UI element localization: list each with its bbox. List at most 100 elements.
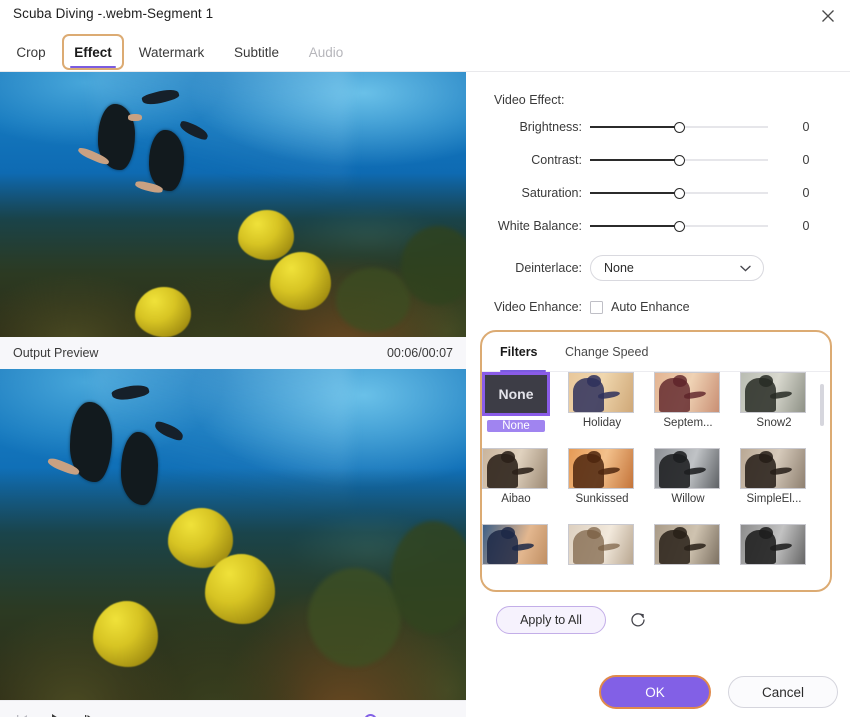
transport-controls: [0, 700, 466, 717]
tab-audio-label: Audio: [308, 44, 344, 60]
cancel-button[interactable]: Cancel: [728, 676, 838, 708]
tab-change-speed-label: Change Speed: [565, 345, 649, 359]
filter-item[interactable]: None None: [482, 372, 550, 432]
tab-crop-label: Crop: [16, 44, 46, 60]
saturation-thumb[interactable]: [673, 187, 685, 199]
title-bar: Scuba Diving -.webm-Segment 1: [0, 0, 850, 32]
apply-row: Apply to All: [496, 606, 650, 634]
next-frame-icon[interactable]: [78, 708, 104, 717]
filter-item[interactable]: Sunkissed: [568, 448, 636, 505]
tab-filters[interactable]: Filters: [500, 332, 546, 372]
contrast-thumb[interactable]: [673, 154, 685, 166]
white-balance-value: 0: [802, 219, 810, 233]
filter-thumbnail: [482, 448, 548, 489]
tab-watermark[interactable]: Watermark: [134, 32, 209, 72]
tab-crop[interactable]: Crop: [14, 32, 48, 72]
tab-filters-label: Filters: [500, 345, 538, 359]
filter-thumbnail: [568, 524, 634, 565]
filter-label: Willow: [671, 493, 705, 505]
contrast-value: 0: [802, 153, 810, 167]
contrast-slider[interactable]: [590, 153, 768, 167]
close-icon[interactable]: [814, 4, 842, 28]
tab-change-speed[interactable]: Change Speed: [565, 332, 653, 372]
deinterlace-select[interactable]: None: [590, 255, 764, 281]
tab-audio: Audio: [305, 32, 347, 72]
filter-thumbnail: [568, 448, 634, 489]
brightness-value: 0: [802, 120, 810, 134]
effect-settings-panel: Video Effect: Brightness: 0 Contrast: 0 …: [466, 72, 850, 717]
filter-item[interactable]: Septem...: [654, 372, 722, 429]
preview-column: Output Preview 00:06/00:07: [0, 72, 466, 717]
filters-grid: None None Holiday Septem... Snow2 Aibao Sunkis…: [482, 372, 830, 590]
ok-button[interactable]: OK: [599, 675, 711, 709]
tab-effect[interactable]: Effect: [68, 32, 118, 72]
white-balance-row: White Balance: 0: [466, 215, 850, 237]
filter-item[interactable]: [654, 524, 722, 565]
filter-label: Sunkissed: [575, 493, 629, 505]
white-balance-slider[interactable]: [590, 219, 768, 233]
filter-thumbnail: [482, 524, 548, 565]
window-title: Scuba Diving -.webm-Segment 1: [13, 6, 214, 21]
ok-label: OK: [645, 684, 665, 700]
source-video-preview: [0, 72, 466, 337]
saturation-row: Saturation: 0: [466, 182, 850, 204]
brightness-label: Brightness:: [519, 120, 582, 134]
video-enhance-label: Video Enhance:: [493, 300, 582, 314]
output-video-preview: [0, 369, 466, 700]
video-enhance-row: Video Enhance: Auto Enhance: [466, 296, 850, 318]
deinterlace-value: None: [604, 261, 634, 275]
white-balance-thumb[interactable]: [673, 220, 685, 232]
apply-to-all-button[interactable]: Apply to All: [496, 606, 606, 634]
brightness-fill: [590, 126, 679, 128]
auto-enhance-label: Auto Enhance: [611, 300, 690, 314]
tab-effect-label: Effect: [74, 44, 112, 60]
saturation-label: Saturation:: [521, 186, 582, 200]
filter-item[interactable]: [568, 524, 636, 565]
deinterlace-row: Deinterlace: None: [466, 254, 850, 282]
filter-item[interactable]: Willow: [654, 448, 722, 505]
filter-label: SimpleEl...: [746, 493, 802, 505]
reset-icon[interactable]: [626, 608, 650, 632]
brightness-slider[interactable]: [590, 120, 768, 134]
filters-scrollbar[interactable]: [820, 384, 824, 426]
filter-thumbnail: [654, 524, 720, 565]
filter-label: Snow2: [756, 417, 792, 429]
brightness-thumb[interactable]: [673, 121, 685, 133]
filter-thumbnail: [740, 448, 806, 489]
filter-thumbnail: [654, 372, 720, 413]
auto-enhance-checkbox-wrap[interactable]: Auto Enhance: [590, 300, 690, 314]
filter-item[interactable]: Snow2: [740, 372, 808, 429]
tab-bar: Crop Effect Watermark Subtitle Audio: [0, 32, 850, 72]
filter-thumbnail: [654, 448, 720, 489]
saturation-slider[interactable]: [590, 186, 768, 200]
auto-enhance-checkbox[interactable]: [590, 300, 603, 314]
play-icon[interactable]: [44, 708, 70, 717]
tab-subtitle[interactable]: Subtitle: [229, 32, 284, 72]
chevron-down-icon: [740, 261, 751, 275]
filter-label: None: [487, 420, 545, 432]
filter-item[interactable]: Aibao: [482, 448, 550, 505]
filter-label: Holiday: [582, 417, 622, 429]
filter-item[interactable]: Holiday: [568, 372, 636, 429]
tab-effect-underline: [70, 65, 116, 68]
saturation-fill: [590, 192, 679, 194]
output-preview-bar: Output Preview 00:06/00:07: [0, 337, 466, 369]
filters-tabbar: Filters Change Speed: [482, 332, 830, 372]
filter-label: Septem...: [663, 417, 713, 429]
seek-slider[interactable]: [126, 714, 414, 717]
filter-none-thumb-text: None: [498, 386, 534, 402]
deinterlace-label: Deinterlace:: [515, 261, 582, 275]
effect-dialog: Scuba Diving -.webm-Segment 1 Crop Effec…: [0, 0, 850, 717]
filters-card: Filters Change Speed None None Holiday Sept…: [480, 330, 832, 592]
output-preview-time: 00:06/00:07: [386, 346, 453, 360]
filter-item[interactable]: [740, 524, 808, 565]
filter-item[interactable]: SimpleEl...: [740, 448, 808, 505]
cancel-label: Cancel: [761, 684, 805, 700]
contrast-fill: [590, 159, 679, 161]
filter-thumbnail: None: [482, 372, 550, 416]
previous-frame-icon[interactable]: [10, 708, 36, 717]
filter-item[interactable]: [482, 524, 550, 565]
contrast-label: Contrast:: [531, 153, 582, 167]
white-balance-label: White Balance:: [497, 219, 582, 233]
video-effect-label: Video Effect:: [494, 93, 565, 107]
